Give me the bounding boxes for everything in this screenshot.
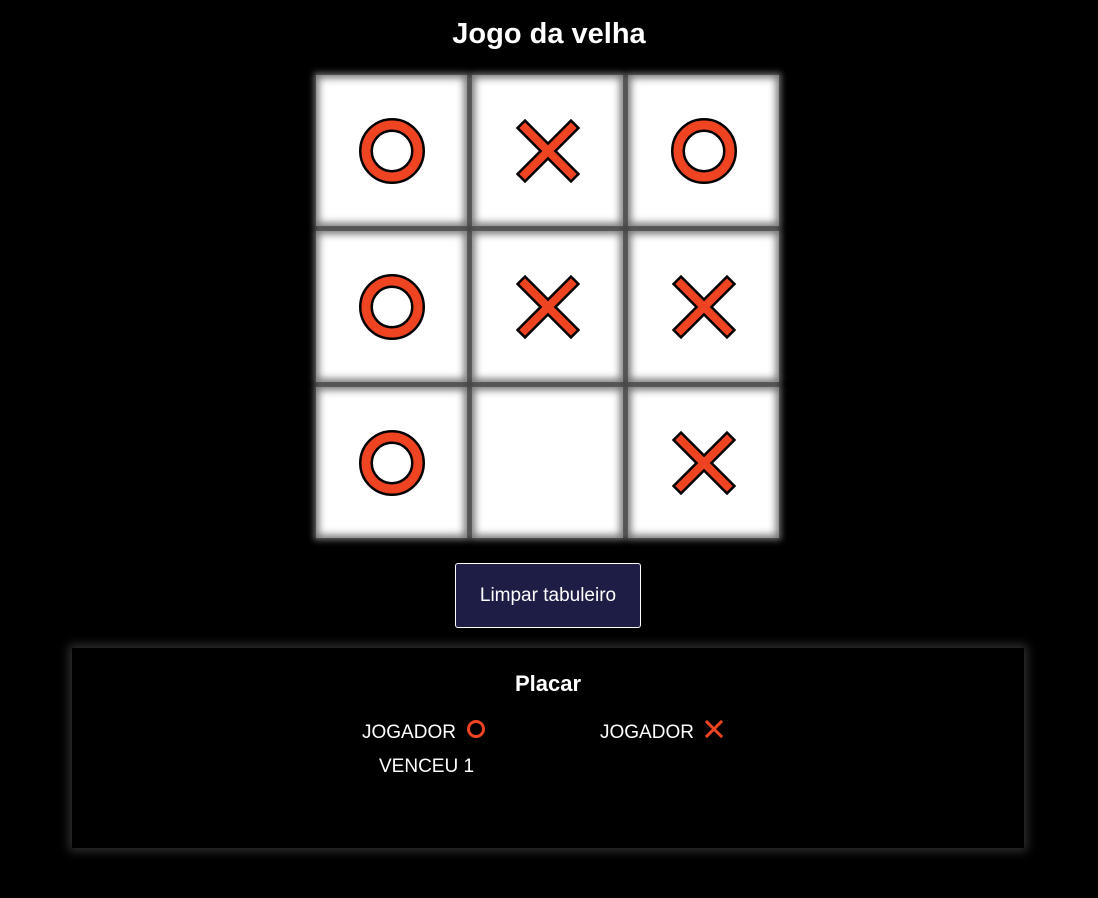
x-mark-icon: [515, 274, 580, 339]
o-mark-icon: [358, 273, 425, 340]
scoreboard: Placar JOGADOR VENCEU 1 JOGADOR: [72, 648, 1024, 848]
game-page: Jogo da velha Limpar tabuleiro Placar JO…: [0, 0, 1098, 898]
board-cell[interactable]: [628, 231, 779, 382]
board-cell[interactable]: [472, 75, 623, 226]
scoreboard-title: Placar: [514, 671, 582, 696]
player-o-result: VENCEU 1: [379, 756, 475, 777]
o-mark-icon: [358, 117, 425, 184]
x-mark-icon: [515, 118, 580, 183]
o-mark-icon: [358, 429, 425, 496]
board-cell[interactable]: [316, 231, 467, 382]
o-mark-icon: [670, 117, 737, 184]
player-x-score: JOGADOR: [600, 719, 730, 755]
board-cell[interactable]: [472, 387, 623, 538]
o-icon: [466, 719, 486, 746]
page-title: Jogo da velha: [452, 18, 646, 50]
board-cell[interactable]: [628, 75, 779, 226]
board-cell[interactable]: [316, 387, 467, 538]
player-o-label: JOGADOR: [362, 721, 456, 743]
board-cell[interactable]: [472, 231, 623, 382]
player-x-label: JOGADOR: [600, 721, 694, 743]
player-o-score: JOGADOR VENCEU 1: [362, 719, 492, 779]
board-cell[interactable]: [628, 387, 779, 538]
clear-board-button[interactable]: Limpar tabuleiro: [455, 563, 641, 628]
x-mark-icon: [671, 430, 736, 495]
x-icon: [704, 719, 724, 746]
x-mark-icon: [671, 274, 736, 339]
game-board: [316, 75, 781, 540]
board-cell[interactable]: [316, 75, 467, 226]
